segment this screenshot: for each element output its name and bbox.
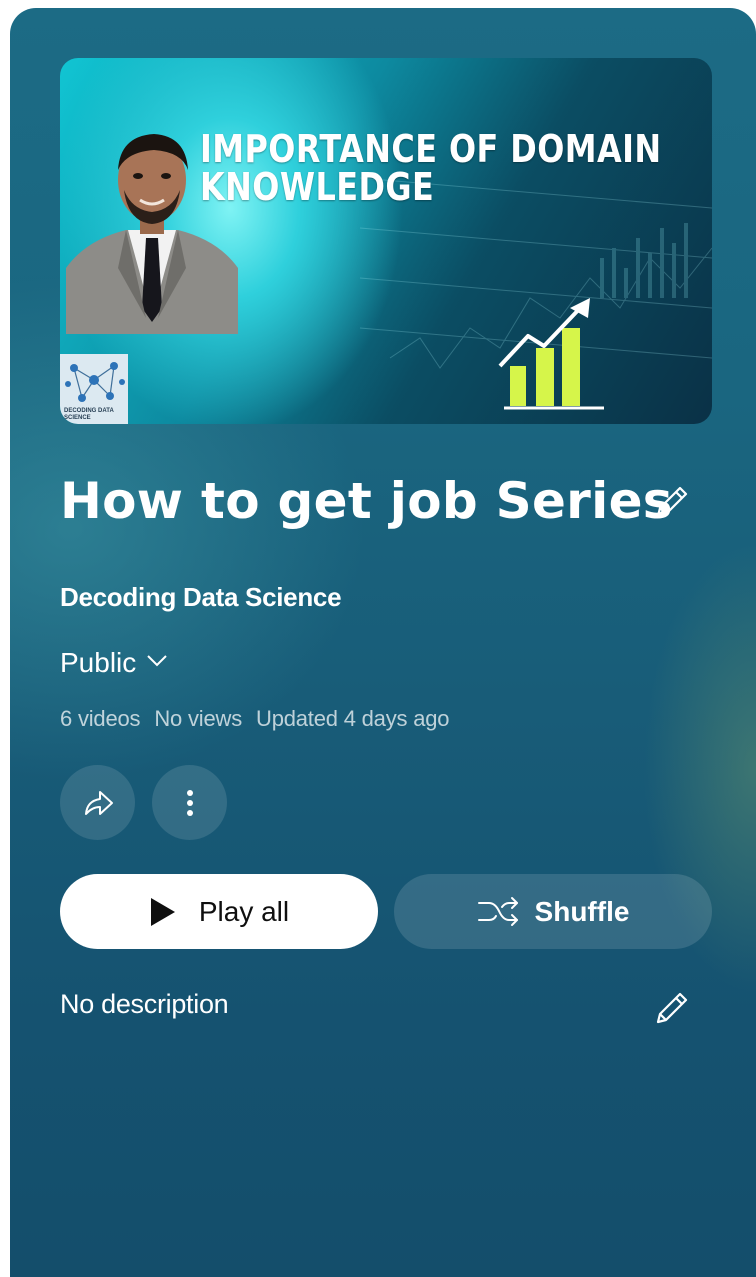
more-actions-button[interactable] xyxy=(152,765,227,840)
playlist-thumbnail[interactable]: IMPORTANCE OF DOMAIN KNOWLEDGE DECODING … xyxy=(60,58,712,424)
video-count: 6 videos xyxy=(60,706,141,731)
presenter-photo xyxy=(66,134,238,334)
play-all-button[interactable]: Play all xyxy=(60,874,378,949)
edit-description-button[interactable] xyxy=(648,984,696,1032)
channel-logo: DECODING DATA SCIENCE xyxy=(60,354,128,424)
chevron-down-icon xyxy=(147,655,167,667)
growth-chart-icon xyxy=(498,298,604,410)
more-vertical-icon xyxy=(186,789,193,816)
pencil-icon xyxy=(656,992,688,1024)
playlist-title: How to get job Series xyxy=(60,472,673,530)
updated-time: Updated 4 days ago xyxy=(256,706,450,731)
privacy-value: Public xyxy=(60,647,137,678)
play-icon xyxy=(150,897,175,926)
shuffle-icon xyxy=(477,896,518,926)
shuffle-button[interactable]: Shuffle xyxy=(394,874,712,949)
shuffle-label: Shuffle xyxy=(534,895,630,927)
playlist-stats: 6 videos No views Updated 4 days ago xyxy=(60,705,450,733)
view-count: No views xyxy=(154,706,242,731)
edit-title-button[interactable] xyxy=(648,478,696,526)
channel-logo-text: DECODING DATA SCIENCE xyxy=(64,408,114,421)
privacy-dropdown[interactable]: Public xyxy=(60,646,168,680)
playlist-header-card: IMPORTANCE OF DOMAIN KNOWLEDGE DECODING … xyxy=(10,8,756,1277)
channel-name[interactable]: Decoding Data Science xyxy=(60,581,342,613)
network-graphic xyxy=(65,362,125,402)
share-button[interactable] xyxy=(60,765,135,840)
playlist-description: No description xyxy=(60,989,229,1019)
pencil-icon xyxy=(656,486,688,518)
play-all-label: Play all xyxy=(198,895,290,927)
thumbnail-headline: IMPORTANCE OF DOMAIN KNOWLEDGE xyxy=(200,127,662,209)
share-icon xyxy=(84,790,113,815)
